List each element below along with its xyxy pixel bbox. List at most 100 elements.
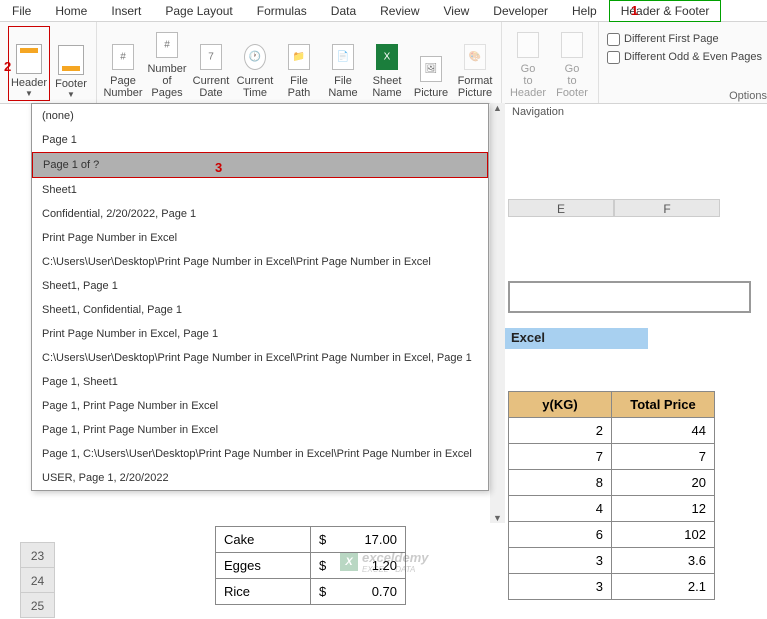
header-preset-option[interactable]: C:\Users\User\Desktop\Print Page Number … <box>32 250 488 274</box>
header-preset-option[interactable]: Page 1, Print Page Number in Excel <box>32 394 488 418</box>
annotation-1: 1 <box>631 3 638 18</box>
cell[interactable]: Rice <box>216 579 311 605</box>
header-preset-option[interactable]: Print Page Number in Excel, Page 1 <box>32 322 488 346</box>
menu-developer[interactable]: Developer <box>481 0 560 22</box>
watermark-sub: EXCEL · DATA <box>362 565 429 574</box>
menu-bar: FileHomeInsertPage LayoutFormulasDataRev… <box>0 0 767 22</box>
header-dropdown-button[interactable]: Header ▼ <box>8 26 50 101</box>
cell[interactable]: 2 <box>509 418 612 444</box>
column-header-e[interactable]: E <box>508 199 614 217</box>
file-name-icon: 📄 <box>327 41 359 73</box>
different-odd-even-checkbox[interactable]: Different Odd & Even Pages <box>603 48 763 66</box>
row-header-24[interactable]: 24 <box>20 567 55 593</box>
column-headers: EF <box>508 199 720 217</box>
file-path-icon: 📁 <box>283 41 315 73</box>
diff-odd-label: Different Odd & Even Pages <box>624 51 762 63</box>
cell[interactable]: 2.1 <box>612 574 715 600</box>
cell[interactable]: Cake <box>216 527 311 553</box>
header-preset-option[interactable]: Page 1 of ? <box>32 152 488 178</box>
cell[interactable]: 8 <box>509 470 612 496</box>
picture-icon: 🖼 <box>415 53 447 85</box>
dropdown-scrollbar[interactable]: ▲▼ <box>490 103 505 523</box>
sheet-name-icon: X <box>371 41 403 73</box>
col-total[interactable]: Total Price <box>612 392 715 418</box>
header-preset-option[interactable]: Page 1 <box>32 128 488 152</box>
header-label: Header <box>11 77 47 89</box>
column-header-f[interactable]: F <box>614 199 720 217</box>
menu-help[interactable]: Help <box>560 0 609 22</box>
chevron-down-icon: ▼ <box>67 90 75 99</box>
footer-dropdown-button[interactable]: Footer ▼ <box>50 26 92 101</box>
row-header-25[interactable]: 25 <box>20 592 55 618</box>
cell[interactable]: 4 <box>509 496 612 522</box>
excel-icon: X <box>340 553 358 571</box>
cell[interactable]: 3 <box>509 574 612 600</box>
menu-home[interactable]: Home <box>43 0 99 22</box>
cell[interactable]: 12 <box>612 496 715 522</box>
header-preset-option[interactable]: Confidential, 2/20/2022, Page 1 <box>32 202 488 226</box>
cell[interactable]: 20 <box>612 470 715 496</box>
current-date-icon: 7 <box>195 41 227 73</box>
annotation-3: 3 <box>215 160 222 175</box>
options-label: Options <box>729 90 767 102</box>
header-preset-option[interactable]: Sheet1, Page 1 <box>32 274 488 298</box>
file-name-button[interactable]: 📄FileName <box>321 26 365 101</box>
go-to-header-icon <box>512 29 544 61</box>
diff-first-label: Different First Page <box>624 33 719 45</box>
header-preset-option[interactable]: Sheet1 <box>32 178 488 202</box>
cell[interactable]: 6 <box>509 522 612 548</box>
cell[interactable]: 7 <box>509 444 612 470</box>
watermark-text: exceldemy <box>362 550 429 565</box>
header-preset-dropdown: (none)Page 1Page 1 of ?Sheet1 Confidenti… <box>31 103 489 491</box>
menu-header-footer[interactable]: Header & Footer <box>609 0 722 22</box>
cell[interactable]: Egges <box>216 553 311 579</box>
footer-label: Footer <box>55 78 87 90</box>
number-of-pages-button[interactable]: #Numberof Pages <box>145 26 189 101</box>
header-preset-option[interactable]: USER, Page 1, 2/20/2022 <box>32 466 488 490</box>
header-preset-option[interactable]: Page 1, Print Page Number in Excel <box>32 418 488 442</box>
scroll-down-icon[interactable]: ▼ <box>493 513 502 523</box>
cell[interactable]: 44 <box>612 418 715 444</box>
menu-view[interactable]: View <box>432 0 482 22</box>
cell[interactable]: 7 <box>612 444 715 470</box>
menu-insert[interactable]: Insert <box>99 0 153 22</box>
cell[interactable]: 102 <box>612 522 715 548</box>
header-preset-option[interactable]: Sheet1, Confidential, Page 1 <box>32 298 488 322</box>
visible-table: y(KG)Total Price 244 77 820 412 6102 33.… <box>508 391 715 600</box>
format-picture-button[interactable]: 🎨FormatPicture <box>453 26 497 101</box>
header-preset-option[interactable]: Page 1, Sheet1 <box>32 370 488 394</box>
number-of-pages-icon: # <box>151 29 183 61</box>
row-header-23[interactable]: 23 <box>20 542 55 568</box>
menu-formulas[interactable]: Formulas <box>245 0 319 22</box>
file-path-button[interactable]: 📁FilePath <box>277 26 321 101</box>
header-preset-option[interactable]: (none) <box>32 104 488 128</box>
cell[interactable]: 17.00 <box>364 532 397 547</box>
different-first-page-checkbox[interactable]: Different First Page <box>603 30 763 48</box>
go-to-header-button[interactable]: Goto Header <box>506 26 550 101</box>
header-preset-option[interactable]: Page 1, C:\Users\User\Desktop\Print Page… <box>32 442 488 466</box>
page-number-button[interactable]: #PageNumber <box>101 26 145 101</box>
selected-cell-outline[interactable] <box>508 281 751 313</box>
go-to-footer-button[interactable]: Goto Footer <box>550 26 594 101</box>
col-qty[interactable]: y(KG) <box>509 392 612 418</box>
current-date-button[interactable]: 7CurrentDate <box>189 26 233 101</box>
highlighted-cell[interactable]: Excel <box>505 328 648 349</box>
menu-review[interactable]: Review <box>368 0 431 22</box>
annotation-2: 2 <box>4 59 11 74</box>
sheet-name-button[interactable]: XSheetName <box>365 26 409 101</box>
header-icon <box>20 48 38 53</box>
scroll-up-icon[interactable]: ▲ <box>493 103 502 113</box>
chevron-down-icon: ▼ <box>25 89 33 98</box>
cell[interactable]: 3 <box>509 548 612 574</box>
cell[interactable]: 3.6 <box>612 548 715 574</box>
menu-file[interactable]: File <box>0 0 43 22</box>
current-time-button[interactable]: 🕐CurrentTime <box>233 26 277 101</box>
page-number-icon: # <box>107 41 139 73</box>
picture-button[interactable]: 🖼Picture <box>409 26 453 101</box>
menu-data[interactable]: Data <box>319 0 368 22</box>
header-preset-option[interactable]: Print Page Number in Excel <box>32 226 488 250</box>
current-time-icon: 🕐 <box>239 41 271 73</box>
cell[interactable]: 0.70 <box>372 584 397 599</box>
header-preset-option[interactable]: C:\Users\User\Desktop\Print Page Number … <box>32 346 488 370</box>
menu-page-layout[interactable]: Page Layout <box>153 0 244 22</box>
